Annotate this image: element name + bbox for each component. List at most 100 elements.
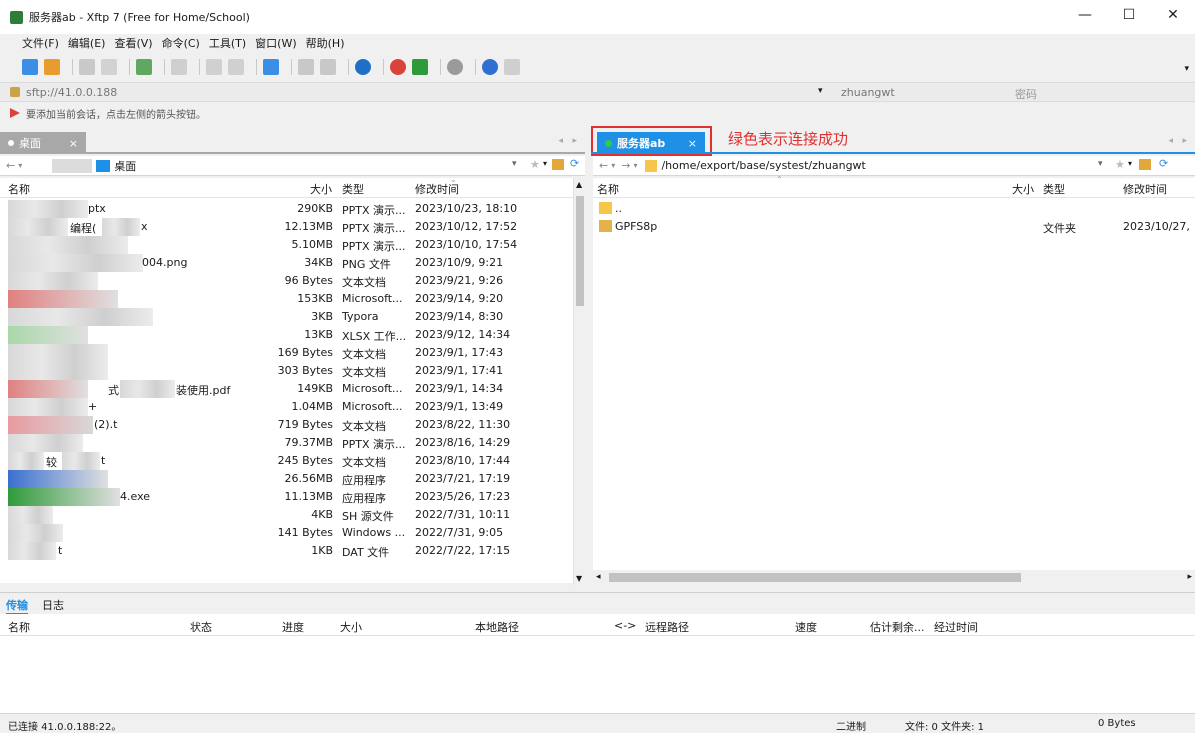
tab-scroll-left-icon[interactable]: ◂	[1168, 136, 1173, 146]
back-dropdown-icon[interactable]: ▾	[611, 161, 615, 170]
list-item[interactable]: 96 Bytes 文本文档 2023/9/21, 9:26	[0, 272, 573, 290]
list-item[interactable]: 式 装使用.pdf 149KB Microsoft... 2023/9/1, 1…	[0, 380, 573, 398]
transfer-header-progress[interactable]: 进度	[282, 619, 304, 635]
help-icon[interactable]	[482, 59, 498, 75]
tab-scroll-right-icon[interactable]: ▸	[572, 136, 577, 146]
user-dropdown-arrow-icon[interactable]: ▾	[818, 86, 823, 96]
username-input[interactable]: zhuangwt	[841, 86, 895, 99]
tab-log[interactable]: 日志	[42, 597, 64, 613]
menu-view[interactable]: 查看(V)	[114, 35, 152, 51]
scroll-down-icon[interactable]: ▼	[576, 574, 582, 583]
bookmark-dropdown-icon[interactable]: ▾	[1128, 159, 1132, 168]
header-type[interactable]: 类型	[342, 181, 364, 197]
pane-divider[interactable]	[585, 124, 591, 592]
sync-icon[interactable]	[320, 59, 336, 75]
globe-icon[interactable]	[355, 59, 371, 75]
list-item[interactable]: 4KB SH 源文件 2022/7/31, 10:11	[0, 506, 573, 524]
xftp-icon[interactable]	[412, 59, 428, 75]
scroll-right-icon[interactable]: ▸	[1187, 572, 1192, 582]
transfer-mode[interactable]: 二进制	[836, 718, 866, 733]
transfer-header-direction[interactable]: <->	[614, 619, 636, 632]
copy-icon[interactable]	[206, 59, 222, 75]
header-size[interactable]: 大小	[310, 181, 332, 197]
transfer-header-status[interactable]: 状态	[190, 619, 212, 635]
menu-file[interactable]: 文件(F)	[22, 35, 59, 51]
list-item[interactable]: 169 Bytes 文本文档 2023/9/1, 17:43	[0, 344, 573, 362]
transfer-header-elapsed[interactable]: 经过时间	[934, 619, 978, 635]
list-item[interactable]: (2).t 719 Bytes 文本文档 2023/8/22, 11:30	[0, 416, 573, 434]
header-modified[interactable]: 修改时间	[1123, 181, 1167, 197]
list-item[interactable]: ..	[593, 200, 1195, 218]
arrow-hint-icon[interactable]	[10, 108, 20, 118]
folder-up-icon[interactable]	[1139, 159, 1151, 170]
right-horizontal-scrollbar[interactable]: ◂ ▸	[593, 570, 1195, 585]
list-item[interactable]: 编程( x 12.13MB PPTX 演示... 2023/10/12, 17:…	[0, 218, 573, 236]
transfer-icon[interactable]	[263, 59, 279, 75]
maximize-button[interactable]: ☐	[1107, 0, 1151, 30]
tab-close-icon[interactable]: ×	[69, 137, 78, 150]
menu-tools[interactable]: 工具(T)	[209, 35, 246, 51]
transfer-header-eta[interactable]: 估计剩余...	[870, 619, 925, 635]
close-window-button[interactable]: ✕	[1151, 0, 1195, 30]
header-name[interactable]: 名称	[8, 181, 30, 197]
list-item[interactable]: 5.10MB PPTX 演示... 2023/10/10, 17:54	[0, 236, 573, 254]
list-item[interactable]: 4.exe 11.13MB 应用程序 2023/5/26, 17:23	[0, 488, 573, 506]
xshell-icon[interactable]	[390, 59, 406, 75]
back-dropdown-icon[interactable]: ▾	[18, 161, 22, 170]
minimize-button[interactable]: —	[1063, 0, 1107, 30]
menu-help[interactable]: 帮助(H)	[306, 35, 345, 51]
list-item[interactable]: 004.png 34KB PNG 文件 2023/10/9, 9:21	[0, 254, 573, 272]
list-item[interactable]: 3KB Typora 2023/9/14, 8:30	[0, 308, 573, 326]
list-item[interactable]: 13KB XLSX 工作... 2023/9/12, 14:34	[0, 326, 573, 344]
list-item[interactable]: t 1KB DAT 文件 2022/7/22, 17:15	[0, 542, 573, 560]
list-item[interactable]: 26.56MB 应用程序 2023/7/21, 17:19	[0, 470, 573, 488]
tab-scroll-left-icon[interactable]: ◂	[558, 136, 563, 146]
refresh-icon[interactable]: ⟳	[1159, 157, 1168, 170]
header-name[interactable]: 名称	[597, 181, 619, 197]
transfer-header-remote-path[interactable]: 远程路径	[645, 619, 689, 635]
transfer-header-speed[interactable]: 速度	[795, 619, 817, 635]
scroll-thumb[interactable]	[609, 573, 1021, 582]
left-path-input[interactable]: 桌面	[114, 158, 136, 174]
list-item[interactable]: + 1.04MB Microsoft... 2023/9/1, 13:49	[0, 398, 573, 416]
tab-transfer[interactable]: 传输	[6, 597, 28, 615]
back-arrow-icon[interactable]: ←	[6, 159, 15, 172]
bookmark-icon[interactable]: ★	[530, 158, 540, 171]
tab-scroll-right-icon[interactable]: ▸	[1182, 136, 1187, 146]
list-item[interactable]: 79.37MB PPTX 演示... 2023/8/16, 14:29	[0, 434, 573, 452]
refresh-icon[interactable]: ⟳	[570, 157, 579, 170]
host-address-input[interactable]: sftp://41.0.0.188	[26, 86, 117, 99]
toolbar-overflow-icon[interactable]: ▾	[1184, 64, 1189, 74]
forward-dropdown-icon[interactable]: ▾	[633, 161, 637, 170]
menu-window[interactable]: 窗口(W)	[255, 35, 296, 51]
password-input[interactable]: 密码	[1015, 86, 1037, 102]
forward-arrow-icon[interactable]: →	[621, 159, 630, 172]
transfer-header-name[interactable]: 名称	[8, 619, 30, 635]
folder-up-icon[interactable]	[552, 159, 564, 170]
list-item[interactable]: 141 Bytes Windows ... 2022/7/31, 9:05	[0, 524, 573, 542]
disconnect-icon[interactable]	[79, 59, 95, 75]
header-type[interactable]: 类型	[1043, 181, 1065, 197]
reconnect-icon[interactable]	[101, 59, 117, 75]
properties-icon[interactable]	[136, 59, 152, 75]
list-item[interactable]: 较 t 245 Bytes 文本文档 2023/8/10, 17:44	[0, 452, 573, 470]
gear-icon[interactable]	[447, 59, 463, 75]
menu-command[interactable]: 命令(C)	[162, 35, 200, 51]
list-item[interactable]: GPFS8p 文件夹 2023/10/27,	[593, 218, 1195, 236]
back-arrow-icon[interactable]: ←	[599, 159, 608, 172]
left-vertical-scrollbar[interactable]: ▲ ▼	[573, 178, 585, 585]
transfer-header-local-path[interactable]: 本地路径	[475, 619, 519, 635]
menu-edit[interactable]: 编辑(E)	[68, 35, 106, 51]
paste-icon[interactable]	[228, 59, 244, 75]
header-size[interactable]: 大小	[1012, 181, 1034, 197]
path-dropdown-icon[interactable]: ▾	[512, 159, 517, 169]
bookmark-dropdown-icon[interactable]: ▾	[543, 159, 547, 168]
view-icon[interactable]	[171, 59, 187, 75]
path-dropdown-icon[interactable]: ▾	[1098, 159, 1103, 169]
open-folder-icon[interactable]	[44, 59, 60, 75]
scroll-left-icon[interactable]: ◂	[596, 572, 601, 582]
chat-icon[interactable]	[504, 59, 520, 75]
transfer-header-size[interactable]: 大小	[340, 619, 362, 635]
tab-desktop[interactable]: 桌面 ×	[0, 132, 86, 154]
scroll-up-icon[interactable]: ▲	[576, 180, 582, 189]
